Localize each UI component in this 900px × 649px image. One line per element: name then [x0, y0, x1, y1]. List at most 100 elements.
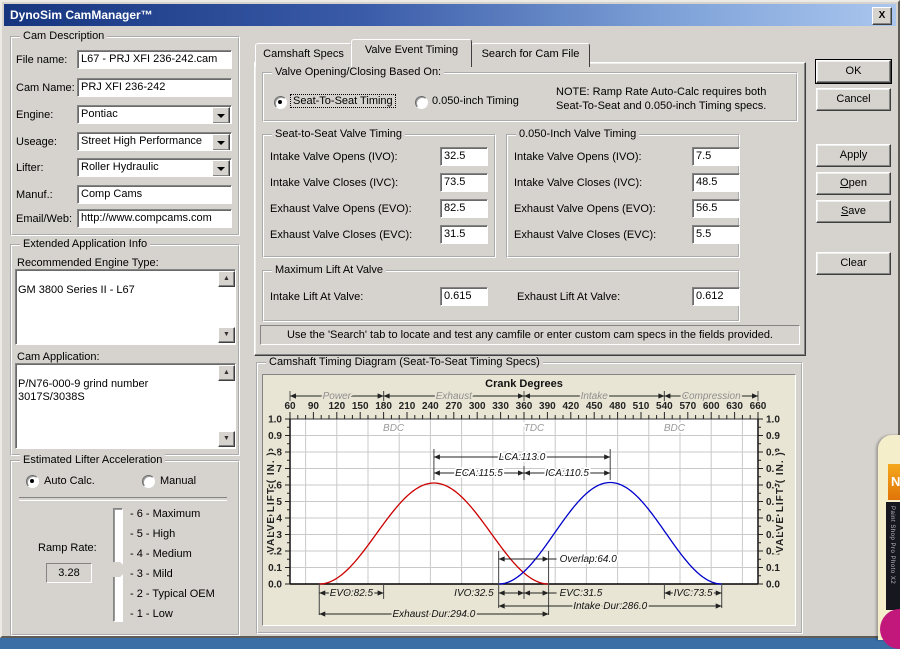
svg-text:90: 90: [308, 401, 320, 412]
svg-text:0.1: 0.1: [766, 563, 780, 574]
engine-dropdown-button[interactable]: [212, 107, 230, 124]
scroll-up-icon[interactable]: ▲: [218, 365, 235, 381]
svg-text:270: 270: [445, 401, 462, 412]
seat-ivo-field[interactable]: 32.5: [440, 147, 488, 166]
useage-value: Street High Performance: [81, 135, 202, 147]
svg-text:450: 450: [586, 401, 603, 412]
manuf-field[interactable]: Comp Cams: [77, 185, 232, 204]
open-button[interactable]: Open: [816, 172, 891, 195]
open-button-label: Open: [817, 177, 890, 189]
seat-evc-field[interactable]: 31.5: [440, 225, 488, 244]
save-button[interactable]: Save: [816, 200, 891, 223]
engine-combo[interactable]: Pontiac: [77, 105, 232, 124]
svg-text:390: 390: [539, 401, 556, 412]
svg-text:EVC:31.5: EVC:31.5: [560, 588, 603, 599]
svg-text:Exhaust Dur:294.0: Exhaust Dur:294.0: [392, 609, 475, 620]
inch-timing-radio[interactable]: [415, 96, 428, 109]
svg-text:Crank Degrees: Crank Degrees: [485, 378, 563, 390]
inch-ivc-label: Intake Valve Closes (IVC):: [514, 177, 642, 189]
file-name-field[interactable]: L67 - PRJ XFI 236-242.cam: [77, 50, 232, 69]
apply-button[interactable]: Apply: [816, 144, 891, 167]
svg-text:360: 360: [516, 401, 533, 412]
seat-ivc-label: Intake Valve Closes (IVC):: [270, 177, 398, 189]
svg-text:510: 510: [633, 401, 650, 412]
ramp-rate-value: 3.28: [46, 563, 92, 583]
svg-text:BDC: BDC: [664, 423, 686, 434]
lifter-value: Roller Hydraulic: [81, 161, 159, 173]
slider-scale-2: - 2 - Typical OEM: [130, 588, 215, 600]
svg-text:ICA:110.5: ICA:110.5: [545, 468, 589, 479]
ok-button[interactable]: OK: [816, 60, 891, 83]
exhaust-lift-field[interactable]: 0.612: [692, 287, 740, 306]
svg-text:Compression: Compression: [682, 391, 741, 402]
useage-combo[interactable]: Street High Performance: [77, 132, 232, 151]
svg-text:480: 480: [609, 401, 626, 412]
cancel-button[interactable]: Cancel: [816, 88, 891, 111]
manual-radio[interactable]: [142, 475, 155, 488]
seat-to-seat-radio-label[interactable]: Seat-To-Seat Timing: [291, 95, 395, 107]
tab-camshaft-specs[interactable]: Camshaft Specs: [255, 43, 352, 67]
svg-text:0.0: 0.0: [268, 580, 282, 591]
auto-calc-label: Auto Calc.: [44, 475, 95, 487]
svg-text:570: 570: [679, 401, 696, 412]
engine-type-text: GM 3800 Series II - L67: [18, 284, 135, 296]
inch-evc-field[interactable]: 5.5: [692, 225, 740, 244]
scroll-down-icon[interactable]: ▼: [218, 327, 235, 343]
lifter-combo[interactable]: Roller Hydraulic: [77, 158, 232, 177]
note-line1: NOTE: Ramp Rate Auto-Calc requires both: [556, 86, 766, 98]
svg-text:540: 540: [656, 401, 673, 412]
seat-ivc-field[interactable]: 73.5: [440, 173, 488, 192]
cam-application-text: P/N76-000-9 grind number 3017S/3038S: [18, 378, 148, 403]
cam-application-label: Cam Application:: [17, 351, 100, 363]
timing-diagram-title: Camshaft Timing Diagram (Seat-To-Seat Ti…: [266, 356, 543, 368]
note-line2: Seat-To-Seat and 0.050-inch Timing specs…: [556, 100, 766, 112]
inch-timing-radio-label[interactable]: 0.050-inch Timing: [432, 95, 519, 107]
valve-basis-title: Valve Opening/Closing Based On:: [272, 66, 444, 78]
cam-application-textarea[interactable]: P/N76-000-9 grind number 3017S/3038S ▲ ▼: [15, 363, 236, 449]
title-bar[interactable]: DynoSim CamManager™ X: [4, 4, 896, 26]
ramp-rate-label: Ramp Rate:: [38, 542, 97, 554]
seat-ivo-label: Intake Valve Opens (IVO):: [270, 151, 398, 163]
seat-evc-label: Exhaust Valve Closes (EVC):: [270, 229, 412, 241]
auto-calc-radio[interactable]: [26, 475, 39, 488]
useage-dropdown-button[interactable]: [212, 134, 230, 151]
svg-text:120: 120: [328, 401, 345, 412]
svg-text:TDC: TDC: [524, 423, 545, 434]
scroll-up-icon[interactable]: ▲: [218, 271, 235, 287]
inch-ivo-field[interactable]: 7.5: [692, 147, 740, 166]
scroll-down-icon[interactable]: ▼: [218, 431, 235, 447]
inch-evo-field[interactable]: 56.5: [692, 199, 740, 218]
svg-text:660: 660: [750, 401, 767, 412]
seat-to-seat-radio[interactable]: [274, 96, 287, 109]
engine-type-textarea[interactable]: GM 3800 Series II - L67 ▲ ▼: [15, 269, 236, 345]
email-web-field[interactable]: http://www.compcams.com: [77, 209, 232, 228]
close-icon[interactable]: X: [872, 7, 892, 25]
seat-evo-label: Exhaust Valve Opens (EVO):: [270, 203, 412, 215]
svg-text:0.9: 0.9: [268, 431, 282, 442]
svg-text:LCA:113.0: LCA:113.0: [499, 452, 546, 463]
svg-text:VALVE LIFT ( IN. ): VALVE LIFT ( IN. ): [775, 451, 786, 553]
cam-name-field[interactable]: PRJ XFI 236-242: [77, 78, 232, 97]
svg-text:180: 180: [375, 401, 392, 412]
chevron-down-icon: [217, 167, 225, 175]
clear-button[interactable]: Clear: [816, 252, 891, 275]
file-name-label: File name:: [16, 54, 67, 66]
manual-label: Manual: [160, 475, 196, 487]
cam-name-label: Cam Name:: [16, 82, 75, 94]
inch-ivc-field[interactable]: 48.5: [692, 173, 740, 192]
svg-text:VALVE LIFT ( IN. ): VALVE LIFT ( IN. ): [266, 451, 277, 553]
lifter-dropdown-button[interactable]: [212, 160, 230, 177]
tab-search-for-cam-file[interactable]: Search for Cam File: [471, 43, 590, 67]
svg-text:ECA:115.5: ECA:115.5: [455, 468, 503, 479]
svg-text:BDC: BDC: [383, 423, 405, 434]
svg-text:IVC:73.5: IVC:73.5: [674, 588, 713, 599]
svg-text:60: 60: [284, 401, 296, 412]
intake-lift-field[interactable]: 0.615: [440, 287, 488, 306]
seat-evo-field[interactable]: 82.5: [440, 199, 488, 218]
background-product-text: Paint Shop Pro Photo X2: [889, 506, 895, 584]
tab-valve-event-timing[interactable]: Valve Event Timing: [351, 39, 472, 67]
lifter-label: Lifter:: [16, 162, 44, 174]
svg-text:EVO:82.5: EVO:82.5: [330, 588, 374, 599]
exhaust-lift-label: Exhaust Lift At Valve:: [517, 291, 620, 303]
svg-text:300: 300: [469, 401, 486, 412]
